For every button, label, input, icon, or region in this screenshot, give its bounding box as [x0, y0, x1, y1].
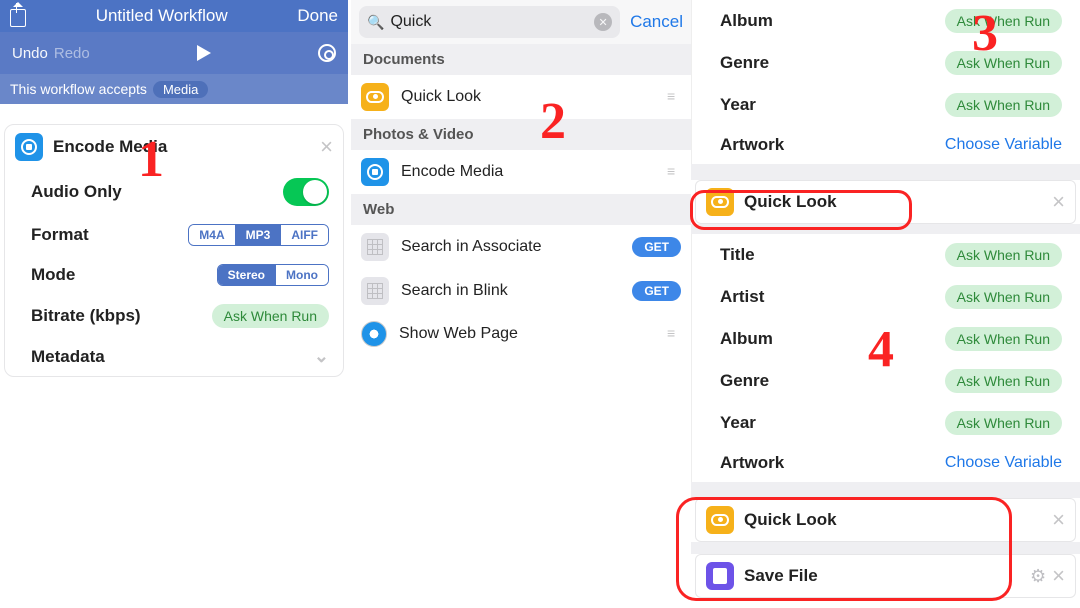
get-button[interactable]: GET — [632, 237, 681, 257]
drag-handle-icon[interactable]: ≡ — [667, 169, 681, 175]
section-photos-video: Photos & Video — [351, 119, 691, 150]
encode-media-card: Encode Media × Audio Only Format M4A MP3… — [4, 124, 344, 377]
search-input[interactable]: 🔍 Quick ✕ — [359, 6, 620, 38]
drag-handle-icon[interactable]: ≡ — [667, 94, 681, 100]
audio-only-toggle[interactable] — [283, 178, 329, 206]
encode-media-icon — [15, 133, 43, 161]
mode-segmented[interactable]: Stereo Mono — [217, 264, 329, 286]
cancel-button[interactable]: Cancel — [630, 12, 683, 32]
close-icon[interactable]: × — [1052, 509, 1065, 531]
close-icon[interactable]: × — [1052, 191, 1065, 213]
app-grid-icon — [361, 277, 389, 305]
close-icon[interactable]: × — [320, 136, 333, 158]
card-title: Encode Media — [53, 137, 320, 157]
done-button[interactable]: Done — [297, 6, 338, 26]
choose-variable[interactable]: Choose Variable — [945, 136, 1062, 154]
annotation-3: 3 — [972, 4, 998, 63]
format-segmented[interactable]: M4A MP3 AIFF — [188, 224, 329, 246]
save-file-icon — [706, 562, 734, 590]
workflow-title: Untitled Workflow — [26, 6, 297, 26]
search-icon: 🔍 — [367, 14, 384, 31]
year-label: Year — [720, 95, 756, 115]
quick-look-card: Quick Look × — [695, 180, 1076, 224]
format-label: Format — [31, 225, 89, 245]
quick-look-icon — [706, 188, 734, 216]
audio-only-label: Audio Only — [31, 182, 122, 202]
accepts-label: This workflow accepts — [10, 81, 147, 97]
close-icon[interactable]: × — [1052, 565, 1065, 587]
undo-button[interactable]: Undo — [12, 45, 48, 62]
album-label: Album — [720, 329, 773, 349]
metadata-label: Metadata — [31, 347, 105, 367]
save-file-title: Save File — [744, 566, 1030, 586]
artist-value[interactable]: Ask When Run — [945, 285, 1062, 309]
play-icon[interactable] — [197, 45, 211, 61]
share-icon[interactable] — [10, 9, 26, 27]
genre-label: Genre — [720, 371, 769, 391]
quick-look-icon — [706, 506, 734, 534]
clear-icon[interactable]: ✕ — [594, 13, 612, 31]
annotation-4: 4 — [868, 320, 894, 379]
chevron-down-icon[interactable]: ⌄ — [314, 346, 329, 367]
year-value[interactable]: Ask When Run — [945, 93, 1062, 117]
drag-handle-icon[interactable]: ≡ — [667, 331, 681, 337]
app-grid-icon — [361, 233, 389, 261]
year-value[interactable]: Ask When Run — [945, 411, 1062, 435]
redo-button: Redo — [54, 45, 90, 62]
bitrate-label: Bitrate (kbps) — [31, 306, 141, 326]
save-file-card: Save File ⚙ × — [695, 554, 1076, 598]
album-value[interactable]: Ask When Run — [945, 9, 1062, 33]
gear-icon[interactable]: ⚙ — [1030, 566, 1046, 587]
encode-media-icon — [361, 158, 389, 186]
title-value[interactable]: Ask When Run — [945, 243, 1062, 267]
album-label: Album — [720, 11, 773, 31]
album-value[interactable]: Ask When Run — [945, 327, 1062, 351]
result-search-associate[interactable]: Search in Associate GET — [351, 225, 691, 269]
result-search-blink[interactable]: Search in Blink GET — [351, 269, 691, 313]
annotation-2: 2 — [540, 92, 566, 151]
quick-look-card-2: Quick Look × — [695, 498, 1076, 542]
artist-label: Artist — [720, 287, 764, 307]
section-web: Web — [351, 194, 691, 225]
quick-look-title: Quick Look — [744, 192, 1052, 212]
annotation-1: 1 — [138, 130, 164, 189]
section-documents: Documents — [351, 44, 691, 75]
artwork-label: Artwork — [720, 135, 784, 155]
mode-label: Mode — [31, 265, 75, 285]
genre-label: Genre — [720, 53, 769, 73]
gear-icon[interactable] — [318, 44, 336, 62]
get-button[interactable]: GET — [632, 281, 681, 301]
safari-icon — [361, 321, 387, 347]
artwork-label: Artwork — [720, 453, 784, 473]
quick-look-icon — [361, 83, 389, 111]
result-encode-media[interactable]: Encode Media ≡ — [351, 150, 691, 194]
choose-variable[interactable]: Choose Variable — [945, 454, 1062, 472]
result-show-web-page[interactable]: Show Web Page ≡ — [351, 313, 691, 355]
title-label: Title — [720, 245, 755, 265]
result-quick-look[interactable]: Quick Look ≡ — [351, 75, 691, 119]
bitrate-value[interactable]: Ask When Run — [212, 304, 329, 328]
quick-look-title: Quick Look — [744, 510, 1052, 530]
year-label: Year — [720, 413, 756, 433]
genre-value[interactable]: Ask When Run — [945, 369, 1062, 393]
accepts-badge[interactable]: Media — [153, 81, 208, 98]
genre-value[interactable]: Ask When Run — [945, 51, 1062, 75]
search-text: Quick — [390, 13, 594, 31]
